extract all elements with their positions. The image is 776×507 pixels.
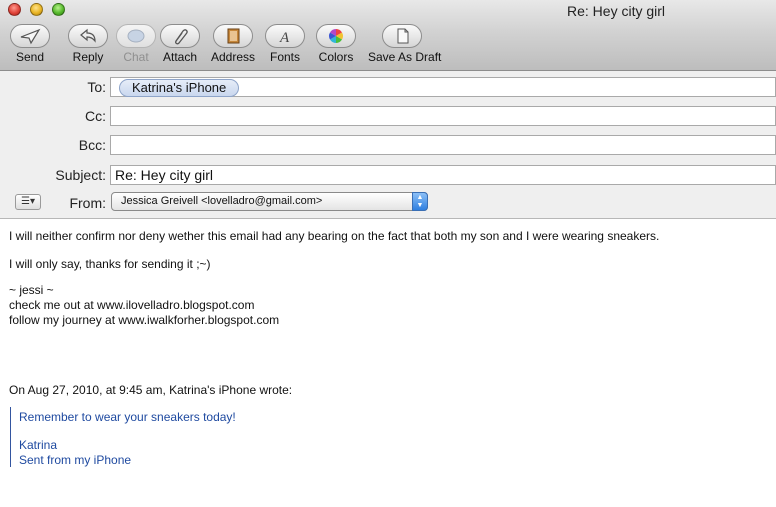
save-as-draft-label: Save As Draft xyxy=(368,50,442,64)
quote-attribution: On Aug 27, 2010, at 9:45 am, Katrina's i… xyxy=(9,383,293,397)
quoted-line: Sent from my iPhone xyxy=(19,453,132,467)
chat-bubble-icon xyxy=(127,29,145,43)
to-field[interactable]: Katrina's iPhone xyxy=(110,77,776,97)
message-body[interactable]: I will neither confirm nor deny wether t… xyxy=(0,219,776,507)
draft-document-icon xyxy=(397,28,409,44)
header-options-button[interactable]: ☰▾ xyxy=(15,194,41,210)
title-toolbar: Re: Hey city girl Send Reply Chat Attach… xyxy=(0,0,776,71)
zoom-icon[interactable] xyxy=(52,3,65,16)
reply-arrow-icon xyxy=(80,28,96,43)
from-label: From: xyxy=(69,195,106,211)
cc-field[interactable] xyxy=(110,106,776,126)
address-book-icon xyxy=(227,28,240,44)
quoted-line: Remember to wear your sneakers today! xyxy=(19,410,236,424)
body-line: I will only say, thanks for sending it ;… xyxy=(9,257,211,271)
svg-text:A: A xyxy=(279,30,290,45)
close-icon[interactable] xyxy=(8,3,21,16)
body-line: I will neither confirm nor deny wether t… xyxy=(9,229,660,243)
send-icon xyxy=(20,28,41,45)
mail-compose-window: Re: Hey city girl Send Reply Chat Attach… xyxy=(0,0,776,507)
subject-input[interactable]: Re: Hey city girl xyxy=(115,167,213,183)
fonts-icon: A xyxy=(279,30,290,45)
window-title: Re: Hey city girl xyxy=(567,3,666,19)
cc-label: Cc: xyxy=(85,108,106,124)
colors-button[interactable]: Colors xyxy=(308,22,366,68)
subject-label: Subject: xyxy=(55,167,106,183)
quoted-line: Katrina xyxy=(19,438,58,452)
color-wheel-icon xyxy=(329,29,343,43)
select-arrows-icon: ▲ ▼ xyxy=(412,192,428,211)
from-select[interactable]: Jessica Greivell <lovelladro@gmail.com> … xyxy=(111,192,428,211)
save-as-draft-button[interactable]: Save As Draft xyxy=(368,22,441,68)
quote-bar xyxy=(10,407,11,467)
signature-line: check me out at www.ilovelladro.blogspot… xyxy=(9,298,255,312)
to-label: To: xyxy=(87,79,106,95)
signature-line: ~ jessi ~ xyxy=(9,283,54,297)
bcc-label: Bcc: xyxy=(78,137,106,153)
message-header: To: Katrina's iPhone Cc: Bcc: Subject: R… xyxy=(0,71,776,219)
from-value: Jessica Greivell <lovelladro@gmail.com> xyxy=(121,195,323,207)
signature-line: follow my journey at www.iwalkforher.blo… xyxy=(9,313,280,327)
bcc-field[interactable] xyxy=(110,135,776,155)
minimize-icon[interactable] xyxy=(30,3,43,16)
paperclip-icon xyxy=(175,29,188,45)
send-button[interactable]: Send xyxy=(2,22,60,68)
colors-label: Colors xyxy=(318,50,354,64)
recipient-token[interactable]: Katrina's iPhone xyxy=(119,79,240,97)
subject-field[interactable]: Re: Hey city girl xyxy=(110,165,776,185)
